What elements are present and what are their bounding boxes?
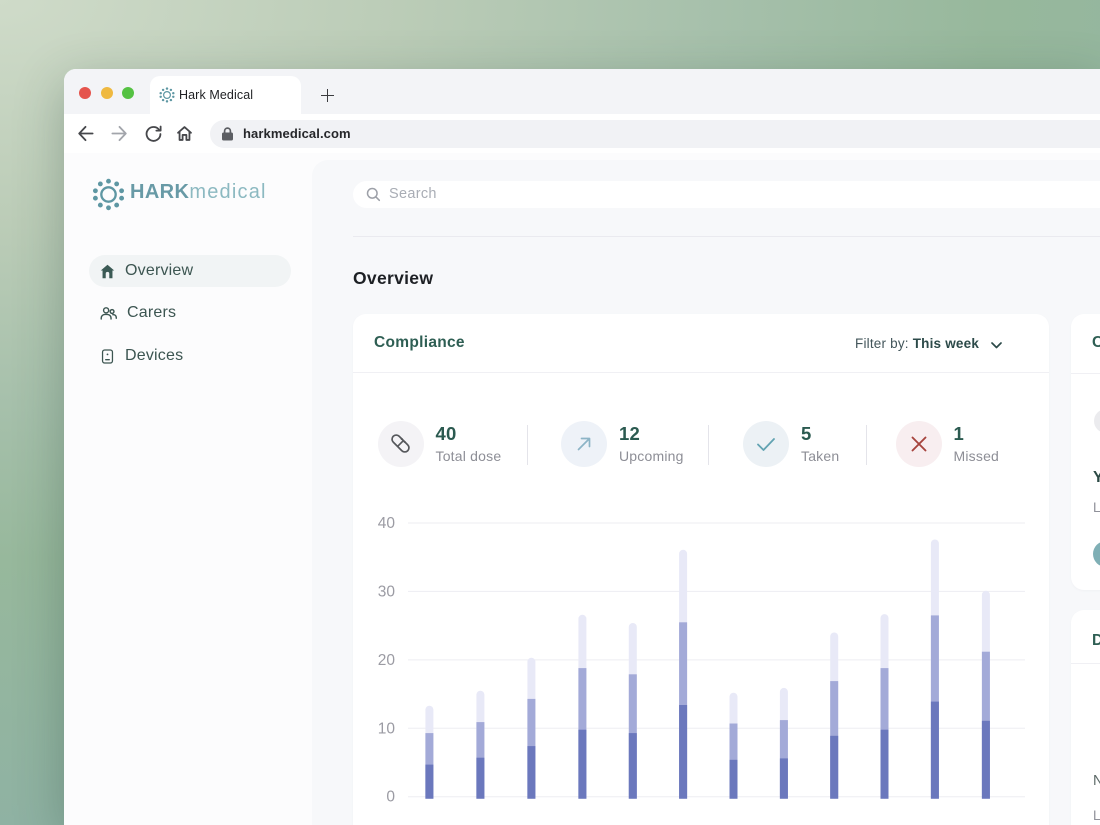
- svg-text:30: 30: [378, 583, 396, 600]
- svg-text:40: 40: [378, 515, 396, 532]
- svg-text:10: 10: [378, 720, 396, 737]
- svg-text:20: 20: [378, 651, 396, 668]
- svg-text:0: 0: [386, 788, 395, 805]
